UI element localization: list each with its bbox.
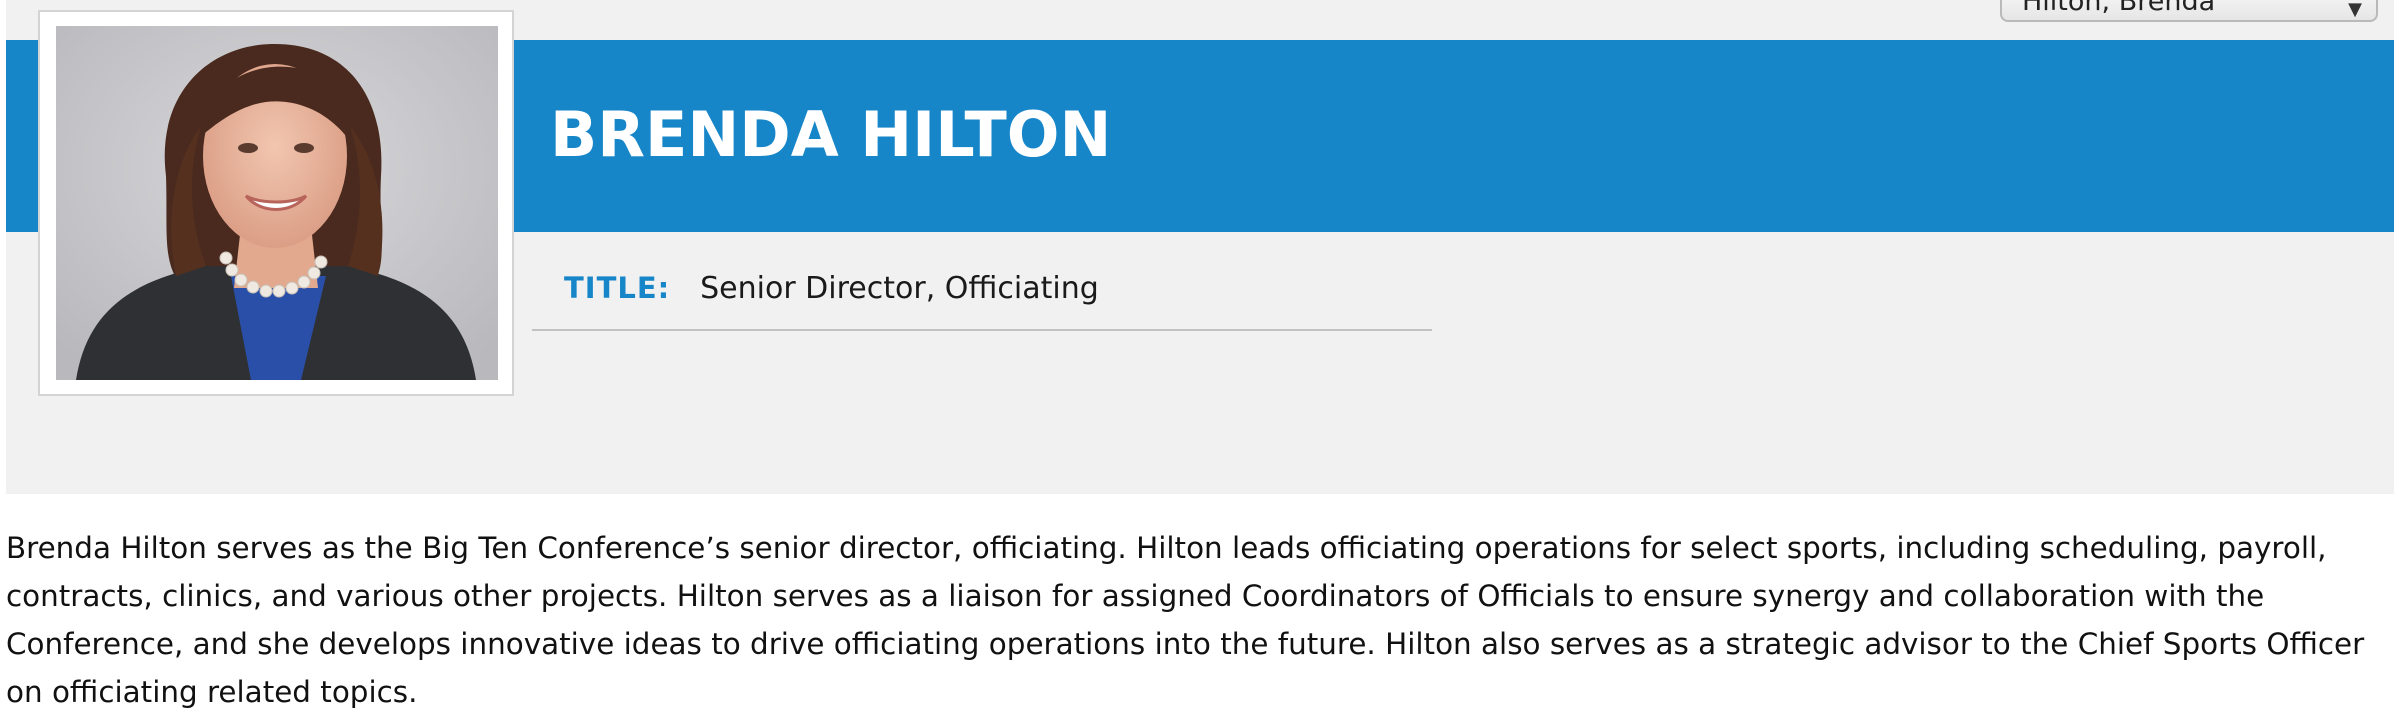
chevron-down-icon: ▼ bbox=[2348, 0, 2362, 20]
portrait-photo bbox=[56, 26, 498, 380]
page-title: BRENDA HILTON bbox=[550, 98, 1112, 171]
title-value: Senior Director, Officiating bbox=[700, 271, 1099, 306]
title-row: TITLE: Senior Director, Officiating bbox=[564, 268, 1099, 309]
staff-select-value: Hilton, Brenda bbox=[2022, 0, 2216, 17]
staff-select-dropdown[interactable]: Hilton, Brenda ▼ bbox=[2000, 0, 2378, 22]
staff-bio-page: Hilton, Brenda ▼ BRENDA HILTON TITLE: Se… bbox=[0, 0, 2404, 722]
photo-frame bbox=[38, 10, 514, 396]
title-divider bbox=[532, 329, 1432, 331]
bio-paragraph: Brenda Hilton serves as the Big Ten Conf… bbox=[6, 531, 2365, 709]
title-label: TITLE: bbox=[564, 271, 671, 305]
